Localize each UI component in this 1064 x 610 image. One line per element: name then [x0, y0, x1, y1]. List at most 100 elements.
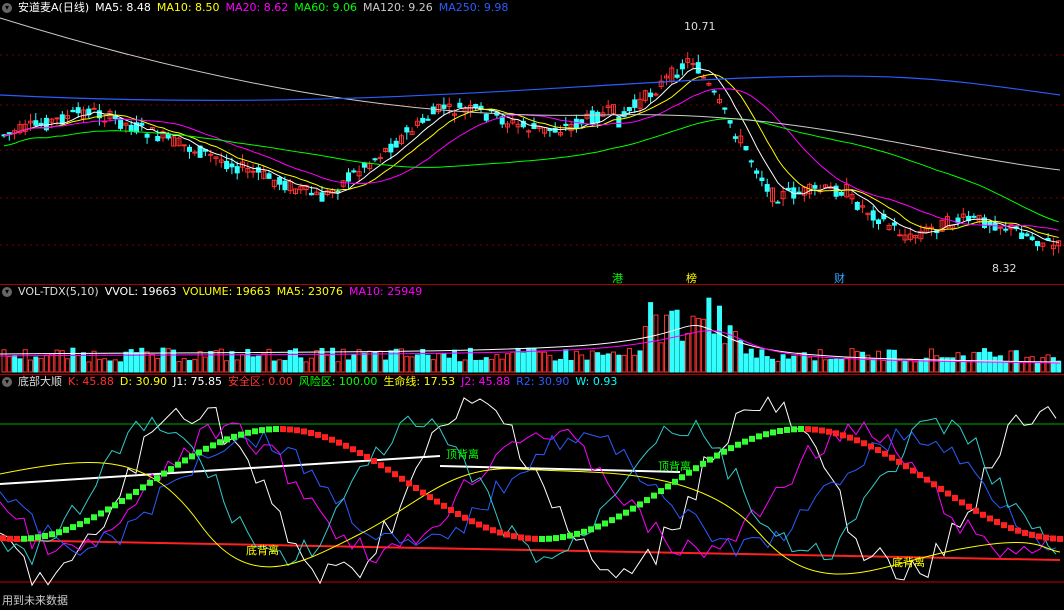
volume-bar — [494, 354, 500, 373]
chevron-down-icon[interactable]: ▾ — [2, 3, 12, 13]
volume-bar — [770, 358, 775, 373]
volume-bar — [192, 359, 198, 373]
volume-bar — [277, 359, 283, 373]
kd-signal-block — [812, 426, 818, 433]
volume-bar — [918, 359, 924, 373]
candle-body — [70, 109, 76, 113]
candle-body — [351, 170, 357, 173]
candle-body — [876, 219, 881, 225]
kd-signal-block — [973, 507, 979, 514]
kd-signal-block — [952, 495, 958, 502]
volume-bar — [467, 347, 473, 373]
candle-body — [595, 111, 601, 123]
kd-signal-block — [182, 457, 188, 464]
kd-signal-block — [840, 432, 846, 439]
kd-signal-block — [56, 529, 62, 536]
candle-body — [335, 190, 341, 193]
volume-bar — [176, 361, 182, 373]
volume-bar — [22, 349, 28, 373]
kd-signal-block — [644, 497, 650, 504]
candle-body — [229, 163, 235, 168]
indicator-panel[interactable]: ▾ 底部大顺 K: 45.88 D: 30.90 J1: 75.85 安全区: … — [0, 374, 1064, 610]
volume-bar — [595, 352, 601, 373]
volume-bar — [33, 356, 39, 373]
high-price-label: 10.71 — [684, 20, 716, 33]
chevron-down-icon[interactable]: ▾ — [2, 377, 12, 387]
volume-bar — [17, 358, 23, 373]
kd-signal-block — [728, 445, 734, 452]
ma10-line — [3, 73, 1059, 238]
volume-bar — [966, 361, 972, 373]
volume-bar — [107, 360, 113, 373]
kd-signal-block — [994, 518, 1000, 525]
kd-signal-block — [490, 527, 496, 534]
kd-signal-block — [700, 460, 706, 467]
volume-bar — [1003, 361, 1009, 373]
volume-bar — [441, 353, 447, 373]
kd-signal-block — [1043, 534, 1049, 541]
volume-bar — [303, 361, 309, 373]
volume-bar — [165, 348, 171, 373]
kd-signal-block — [665, 483, 671, 490]
volume-value: VOLUME: 19663 — [182, 285, 271, 298]
volume-bar — [457, 361, 463, 373]
kd-signal-block — [798, 426, 804, 433]
volume-bar — [70, 347, 76, 373]
j2-value: J2: 45.88 — [461, 375, 511, 388]
volume-bar — [934, 355, 940, 373]
volume-bar — [489, 358, 495, 373]
volume-bar — [346, 359, 351, 373]
candle-body — [854, 202, 860, 210]
volume-bar — [399, 348, 404, 373]
volume-bar — [43, 354, 49, 373]
volume-bar — [542, 351, 548, 373]
candle-body — [632, 99, 638, 108]
volume-bar — [992, 356, 998, 373]
price-panel[interactable]: ▾ 安道麦A(日线) MA5: 8.48 MA10: 8.50 MA20: 8.… — [0, 0, 1064, 285]
volume-bar — [664, 314, 669, 373]
kd-signal-block — [756, 433, 762, 440]
candle-body — [573, 118, 579, 129]
volume-bar — [420, 348, 426, 373]
candle-body — [59, 114, 65, 125]
kd-signal-block — [301, 428, 307, 435]
candle-body — [1003, 228, 1009, 231]
candle-body — [891, 222, 897, 226]
kd-signal-block — [672, 478, 678, 485]
candle-body — [277, 177, 283, 185]
volume-bar — [611, 351, 616, 373]
candle-body — [372, 158, 378, 161]
indicator-chart[interactable] — [0, 374, 1064, 610]
kd-signal-block — [532, 535, 538, 542]
candle-body — [563, 123, 569, 127]
kd-signal-block — [917, 472, 923, 479]
volume-bar — [785, 358, 791, 373]
volume-bar — [112, 359, 118, 373]
candle-body — [547, 128, 553, 132]
kd-signal-block — [581, 528, 587, 535]
volume-bar — [139, 347, 145, 373]
kd-signal-block — [231, 433, 237, 440]
kd-signal-block — [560, 534, 566, 541]
candlestick-chart[interactable] — [0, 0, 1064, 284]
kd-signal-block — [609, 517, 615, 524]
volume-bar — [436, 353, 442, 373]
kd-signal-block — [105, 506, 111, 513]
j1-value: J1: 75.85 — [173, 375, 223, 388]
chevron-down-icon[interactable]: ▾ — [2, 287, 12, 297]
ma20-value: MA20: 8.62 — [225, 1, 289, 14]
kd-signal-block — [679, 474, 685, 481]
kd-signal-block — [49, 531, 55, 538]
volume-bar — [685, 333, 691, 373]
kd-signal-block — [469, 518, 475, 525]
candle-body — [748, 160, 754, 163]
volume-bar — [791, 355, 797, 373]
kd-signal-block — [1015, 527, 1021, 534]
kd-signal-block — [574, 530, 580, 537]
volume-bar — [393, 348, 399, 373]
indicator-title: 底部大顺 — [18, 375, 62, 388]
kd-signal-block — [497, 529, 503, 536]
volume-panel[interactable]: ▾ VOL-TDX(5,10) VVOL: 19663 VOLUME: 1966… — [0, 284, 1064, 374]
volume-bar — [568, 359, 574, 373]
kd-signal-block — [770, 429, 776, 436]
